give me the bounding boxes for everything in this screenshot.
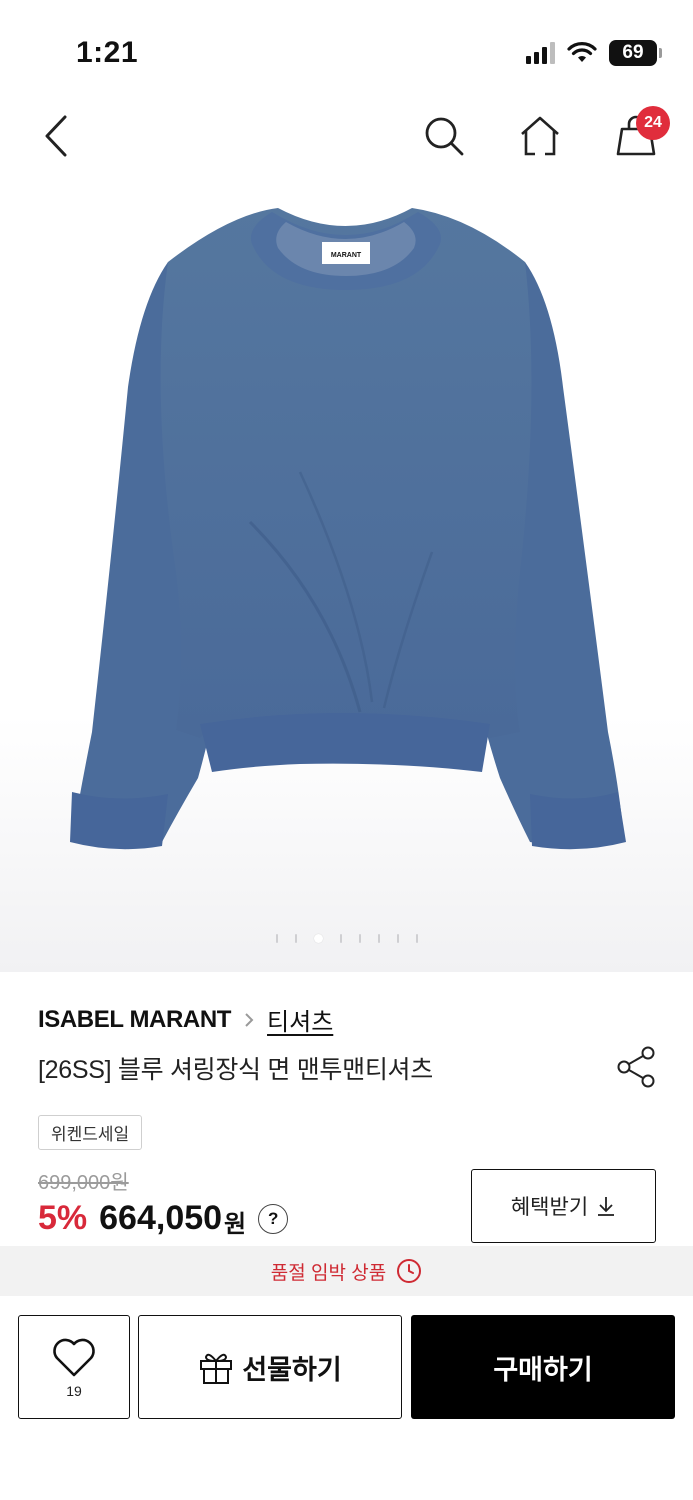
benefit-coupon-button[interactable]: 혜택받기 bbox=[471, 1169, 656, 1243]
status-icons: 69 bbox=[526, 40, 662, 66]
low-stock-notice: 품절 임박 상품 bbox=[0, 1246, 693, 1296]
original-price: 699,000원 bbox=[38, 1172, 129, 1194]
clock-icon bbox=[397, 1259, 422, 1283]
status-time: 1:21 bbox=[76, 36, 139, 69]
status-bar: 1:21 69 bbox=[0, 0, 693, 100]
cart-button[interactable]: 24 bbox=[608, 106, 670, 164]
download-icon bbox=[598, 1197, 615, 1216]
battery-icon: 69 bbox=[609, 40, 662, 66]
heart-icon bbox=[53, 1338, 95, 1377]
sale-price: 664,050 bbox=[99, 1199, 223, 1237]
wifi-icon bbox=[567, 42, 597, 62]
gift-label: 선물하기 bbox=[242, 1354, 342, 1385]
product-image-gallery[interactable]: MARANT bbox=[0, 172, 693, 972]
sale-badge: 위켄드세일 bbox=[38, 1115, 143, 1150]
home-icon bbox=[521, 116, 559, 156]
chevron-right-icon bbox=[245, 1012, 254, 1027]
brand-link[interactable]: ISABEL MARANT bbox=[38, 1006, 231, 1034]
product-photo: MARANT bbox=[70, 208, 626, 850]
price-help-button[interactable]: ? bbox=[258, 1203, 289, 1234]
gift-icon bbox=[200, 1353, 233, 1384]
breadcrumb: ISABEL MARANT 티셔츠 bbox=[38, 1002, 333, 1037]
pagination-dot[interactable] bbox=[415, 934, 418, 943]
wishlist-count: 19 bbox=[66, 1383, 82, 1399]
pagination-dot[interactable] bbox=[358, 934, 361, 943]
low-stock-text: 품절 임박 상품 bbox=[270, 1262, 387, 1284]
price-row: 5% 664,050 원 ? bbox=[38, 1198, 289, 1239]
gallery-pagination bbox=[0, 934, 693, 943]
pagination-dot[interactable] bbox=[396, 934, 399, 943]
bottom-action-bar: 19 선물하기 구매하기 bbox=[0, 1296, 693, 1500]
battery-level: 69 bbox=[622, 42, 644, 63]
share-icon bbox=[617, 1046, 655, 1088]
discount-rate: 5% bbox=[38, 1199, 88, 1237]
currency-unit: 원 bbox=[224, 1211, 247, 1238]
product-title: [26SS] 블루 셔링장식 면 맨투맨티셔츠 bbox=[38, 1056, 433, 1084]
buy-button[interactable]: 구매하기 bbox=[411, 1315, 675, 1419]
benefit-label: 혜택받기 bbox=[510, 1196, 589, 1219]
pagination-dot[interactable] bbox=[294, 934, 297, 943]
gift-button[interactable]: 선물하기 bbox=[138, 1315, 402, 1419]
signal-icon bbox=[526, 42, 555, 64]
share-button[interactable] bbox=[614, 1044, 660, 1090]
home-button[interactable] bbox=[512, 108, 568, 164]
cart-count-badge: 24 bbox=[636, 106, 670, 140]
top-nav: 24 bbox=[0, 100, 693, 172]
search-icon bbox=[425, 117, 464, 156]
pagination-dot[interactable] bbox=[339, 934, 342, 943]
pagination-dot-active[interactable] bbox=[313, 934, 323, 943]
category-link[interactable]: 티셔츠 bbox=[267, 1002, 333, 1037]
wishlist-button[interactable]: 19 bbox=[18, 1315, 130, 1419]
pagination-dot[interactable] bbox=[377, 934, 380, 943]
brand-label: MARANT bbox=[331, 252, 362, 259]
back-icon bbox=[45, 115, 67, 157]
search-button[interactable] bbox=[416, 108, 472, 164]
pagination-dot[interactable] bbox=[275, 934, 278, 943]
back-button[interactable] bbox=[28, 108, 84, 164]
